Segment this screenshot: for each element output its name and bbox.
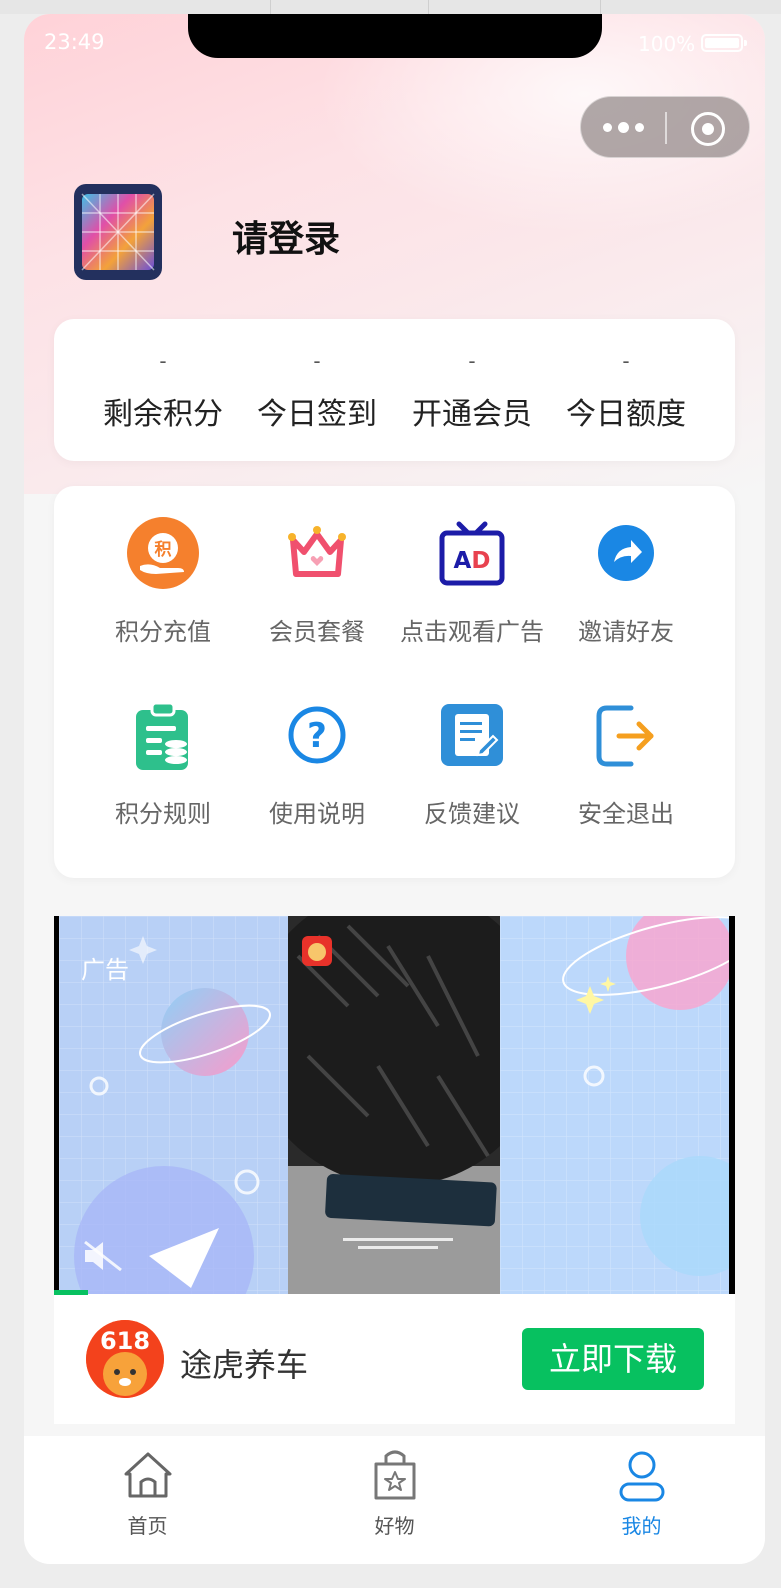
svg-text:618: 618 xyxy=(100,1327,150,1355)
ad-video[interactable]: 广告 xyxy=(54,916,735,1295)
points-recharge-icon: 积 xyxy=(127,517,199,589)
stat-value: - xyxy=(622,349,630,373)
shopping-bag-icon xyxy=(374,1450,416,1500)
menu-item-invite-friends[interactable]: 邀请好友 xyxy=(541,492,711,672)
battery-percent: 100% xyxy=(638,32,696,56)
tab-home[interactable]: 首页 xyxy=(24,1436,271,1564)
close-miniprogram-button[interactable] xyxy=(691,112,725,146)
camera-notch xyxy=(188,14,602,58)
question-icon: ? xyxy=(288,706,346,764)
menu-label: 邀请好友 xyxy=(578,618,674,646)
download-button[interactable]: 立即下载 xyxy=(522,1328,704,1390)
function-menu-card: 积 积分充值 会员套餐 AD 点击观看广告 邀请好友 积分规则 ? 使用说明 反… xyxy=(54,486,735,878)
menu-item-points-rules[interactable]: 积分规则 xyxy=(78,674,248,854)
ad-video-tire-panel xyxy=(288,916,500,1294)
ad-app-bar: 618 途虎养车 立即下载 xyxy=(54,1294,735,1424)
tab-label: 首页 xyxy=(127,1514,168,1538)
menu-item-points-recharge[interactable]: 积 积分充值 xyxy=(78,492,248,672)
strip-divider xyxy=(270,0,271,14)
status-time: 23:49 xyxy=(44,30,105,54)
user-icon xyxy=(619,1451,665,1502)
stats-card: - 剩余积分 - 今日签到 - 开通会员 - 今日额度 xyxy=(54,319,735,461)
menu-label: 积分规则 xyxy=(115,800,211,828)
menu-label: 积分充值 xyxy=(115,618,211,646)
ad-banner[interactable]: 广告 618 途虎养车 立即下载 xyxy=(54,916,735,1424)
ad-tag[interactable]: 广告 xyxy=(81,950,129,985)
svg-text:?: ? xyxy=(307,716,327,756)
stat-value: - xyxy=(468,349,476,373)
stat-membership[interactable]: - 开通会员 xyxy=(387,319,557,461)
login-prompt[interactable]: 请登录 xyxy=(232,210,340,262)
svg-text:积: 积 xyxy=(155,540,172,560)
logout-icon xyxy=(596,705,654,767)
menu-item-watch-ad[interactable]: AD 点击观看广告 xyxy=(387,492,557,672)
app-name: 途虎养车 xyxy=(180,1346,309,1384)
battery-icon xyxy=(701,34,747,52)
menu-label: 安全退出 xyxy=(578,800,674,828)
more-menu-button[interactable] xyxy=(603,114,649,140)
clipboard-coins-icon xyxy=(136,701,188,770)
menu-label: 会员套餐 xyxy=(269,618,365,646)
share-arrow-icon xyxy=(598,525,654,581)
menu-item-membership[interactable]: 会员套餐 xyxy=(232,492,402,672)
menu-label: 反馈建议 xyxy=(424,800,520,828)
stat-value: - xyxy=(159,349,167,373)
menu-item-feedback[interactable]: 反馈建议 xyxy=(387,674,557,854)
menu-item-instructions[interactable]: ? 使用说明 xyxy=(232,674,402,854)
tab-label: 好物 xyxy=(374,1514,415,1538)
menu-label: 使用说明 xyxy=(269,800,365,828)
menu-label: 点击观看广告 xyxy=(400,618,544,646)
tab-goods[interactable]: 好物 xyxy=(271,1436,518,1564)
mute-icon[interactable] xyxy=(81,1238,125,1274)
stat-label: 剩余积分 xyxy=(103,397,223,432)
ad-tv-icon: AD xyxy=(439,521,505,586)
browser-top-strip xyxy=(0,0,781,14)
ad-video-left-panel: 广告 xyxy=(59,916,288,1294)
miniprogram-capsule xyxy=(580,96,750,158)
app-logo[interactable]: 618 xyxy=(86,1320,164,1398)
crown-icon xyxy=(288,526,346,577)
strip-divider xyxy=(428,0,429,14)
tab-mine[interactable]: 我的 xyxy=(518,1436,765,1564)
stat-daily-checkin[interactable]: - 今日签到 xyxy=(232,319,402,461)
home-icon xyxy=(124,1452,172,1498)
stat-label: 今日签到 xyxy=(257,397,377,432)
stat-remaining-points[interactable]: - 剩余积分 xyxy=(78,319,248,461)
edit-document-icon xyxy=(441,704,503,766)
stat-value: - xyxy=(313,349,321,373)
stat-label: 今日额度 xyxy=(566,397,686,432)
svg-text:AD: AD xyxy=(454,548,491,574)
ad-video-right-panel xyxy=(500,916,729,1294)
menu-item-logout[interactable]: 安全退出 xyxy=(541,674,711,854)
strip-divider xyxy=(600,0,601,14)
avatar[interactable] xyxy=(74,184,162,280)
phone-screen: 23:49 100% 请登录 - 剩余积分 - 今日签到 - 开通会员 - 今日… xyxy=(24,14,765,1564)
stat-label: 开通会员 xyxy=(412,397,532,432)
bottom-tab-bar: 首页 好物 我的 xyxy=(24,1436,765,1564)
tab-label: 我的 xyxy=(621,1514,662,1538)
capsule-divider xyxy=(665,112,667,144)
stat-daily-quota[interactable]: - 今日额度 xyxy=(541,319,711,461)
